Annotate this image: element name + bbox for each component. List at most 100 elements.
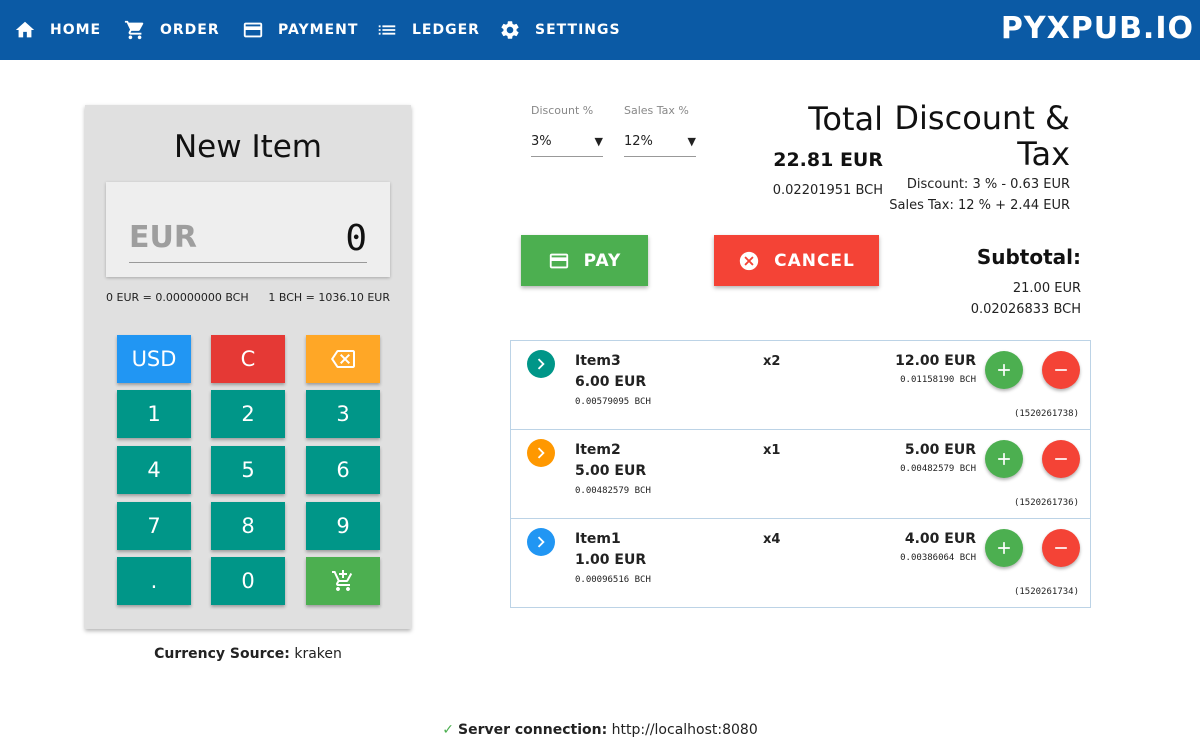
item-price-bch: 0.00579095 BCH (575, 397, 651, 407)
nav-home-label: HOME (50, 22, 102, 38)
chevron-right-icon (537, 358, 545, 370)
list-item: Item1 1.00 EUR 0.00096516 BCH x4 4.00 EU… (511, 519, 1090, 608)
increase-quantity-button[interactable] (985, 529, 1023, 567)
key-7[interactable]: 7 (117, 502, 191, 550)
order-item-list: Item3 6.00 EUR 0.00579095 BCH x2 12.00 E… (510, 340, 1091, 608)
item-price-bch: 0.00096516 BCH (575, 575, 651, 585)
item-price: 1.00 EUR (575, 552, 647, 568)
top-nav-bar: HOME ORDER PAYMENT LEDGER SETTINGS PYXPU… (0, 0, 1200, 60)
sales-tax-select[interactable]: Sales Tax % 12% ▼ (624, 104, 696, 157)
subtotal-bch: 0.02026833 BCH (970, 302, 1081, 317)
add-to-cart-button[interactable] (306, 557, 380, 605)
total-heading: Total (808, 100, 883, 138)
pay-button[interactable]: PAY (521, 235, 648, 286)
subtotal-eur: 21.00 EUR (1012, 281, 1081, 296)
nav-ledger-label: LEDGER (412, 22, 480, 38)
decrease-quantity-button[interactable] (1042, 351, 1080, 389)
expand-item-button[interactable] (527, 439, 555, 467)
nav-payment[interactable]: PAYMENT (242, 0, 358, 60)
home-icon (15, 21, 35, 38)
item-price: 5.00 EUR (575, 463, 647, 479)
key-1[interactable]: 1 (117, 390, 191, 438)
item-quantity: x2 (763, 354, 781, 369)
item-total: 5.00 EUR (904, 442, 976, 458)
key-3[interactable]: 3 (306, 390, 380, 438)
chevron-right-icon (537, 447, 545, 459)
item-total: 12.00 EUR (895, 353, 976, 369)
key-8[interactable]: 8 (211, 502, 285, 550)
key-5[interactable]: 5 (211, 446, 285, 494)
display-currency: EUR (129, 220, 197, 255)
pay-button-label: PAY (583, 250, 622, 271)
decrease-quantity-button[interactable] (1042, 440, 1080, 478)
sales-tax-select-label: Sales Tax % (624, 104, 689, 117)
item-id: (1520261736) (1013, 498, 1079, 508)
currency-source: Currency Source: kraken (85, 646, 411, 662)
expand-item-button[interactable] (527, 350, 555, 378)
plus-icon (998, 453, 1010, 465)
minus-icon (1055, 369, 1067, 371)
conversion-rate: 0 EUR = 0.00000000 BCH (106, 291, 249, 304)
discount-tax-heading-line1: Discount & (894, 99, 1070, 137)
total-eur: 22.81 EUR (773, 149, 883, 171)
discount-select[interactable]: Discount % 3% ▼ (531, 104, 603, 157)
item-total-bch: 0.00482579 BCH (900, 464, 976, 474)
display-underline (129, 262, 367, 263)
key-4[interactable]: 4 (117, 446, 191, 494)
key-6[interactable]: 6 (306, 446, 380, 494)
sales-tax-select-box[interactable]: 12% ▼ (624, 129, 696, 157)
key-2[interactable]: 2 (211, 390, 285, 438)
item-price: 6.00 EUR (575, 374, 647, 390)
sales-tax-select-value: 12% (624, 134, 653, 149)
item-quantity: x1 (763, 443, 781, 458)
brand-logo[interactable]: PYXPUB.IO (1001, 11, 1194, 46)
key-dot[interactable]: . (117, 557, 191, 605)
cancel-button[interactable]: CANCEL (714, 235, 879, 286)
check-icon: ✓ (442, 722, 454, 738)
item-total-bch: 0.00386064 BCH (900, 553, 976, 563)
item-id: (1520261738) (1013, 409, 1079, 419)
clear-button[interactable]: C (211, 335, 285, 383)
cart-icon (124, 20, 144, 40)
nav-home[interactable]: HOME (14, 0, 101, 60)
dropdown-arrow-icon: ▼ (594, 135, 603, 148)
cancel-icon (739, 251, 759, 270)
chevron-right-icon (537, 536, 545, 548)
key-0[interactable]: 0 (211, 557, 285, 605)
discount-tax-heading: Discount & Tax (890, 100, 1070, 172)
list-item: Item3 6.00 EUR 0.00579095 BCH x2 12.00 E… (511, 341, 1090, 430)
nav-order[interactable]: ORDER (124, 0, 220, 60)
gear-icon (501, 21, 519, 39)
exchange-rate: 1 BCH = 1036.10 EUR (268, 291, 390, 304)
item-price-bch: 0.00482579 BCH (575, 486, 651, 496)
plus-icon (998, 542, 1010, 554)
plus-icon (998, 364, 1010, 376)
item-id: (1520261734) (1013, 587, 1079, 597)
total-bch: 0.02201951 BCH (772, 183, 883, 198)
backspace-icon (331, 350, 355, 368)
currency-source-label: Currency Source: (154, 646, 290, 662)
nav-settings-label: SETTINGS (535, 22, 621, 38)
currency-source-value: kraken (294, 646, 342, 662)
amount-display: EUR 0 (106, 182, 390, 277)
new-item-card: New Item EUR 0 0 EUR = 0.00000000 BCH 1 … (85, 105, 411, 629)
subtotal-heading: Subtotal: (976, 245, 1081, 269)
nav-settings[interactable]: SETTINGS (499, 0, 621, 60)
currency-toggle-button[interactable]: USD (117, 335, 191, 383)
key-9[interactable]: 9 (306, 502, 380, 550)
nav-ledger[interactable]: LEDGER (376, 0, 480, 60)
decrease-quantity-button[interactable] (1042, 529, 1080, 567)
discount-select-box[interactable]: 3% ▼ (531, 129, 603, 157)
nav-payment-label: PAYMENT (278, 22, 359, 38)
server-connection-value: http://localhost:8080 (611, 722, 758, 738)
backspace-button[interactable] (306, 335, 380, 383)
item-name: Item3 (575, 353, 621, 369)
discount-select-value: 3% (531, 134, 552, 149)
increase-quantity-button[interactable] (985, 440, 1023, 478)
minus-icon (1055, 458, 1067, 460)
item-quantity: x4 (763, 532, 781, 547)
minus-icon (1055, 547, 1067, 549)
expand-item-button[interactable] (527, 528, 555, 556)
increase-quantity-button[interactable] (985, 351, 1023, 389)
item-total: 4.00 EUR (904, 531, 976, 547)
